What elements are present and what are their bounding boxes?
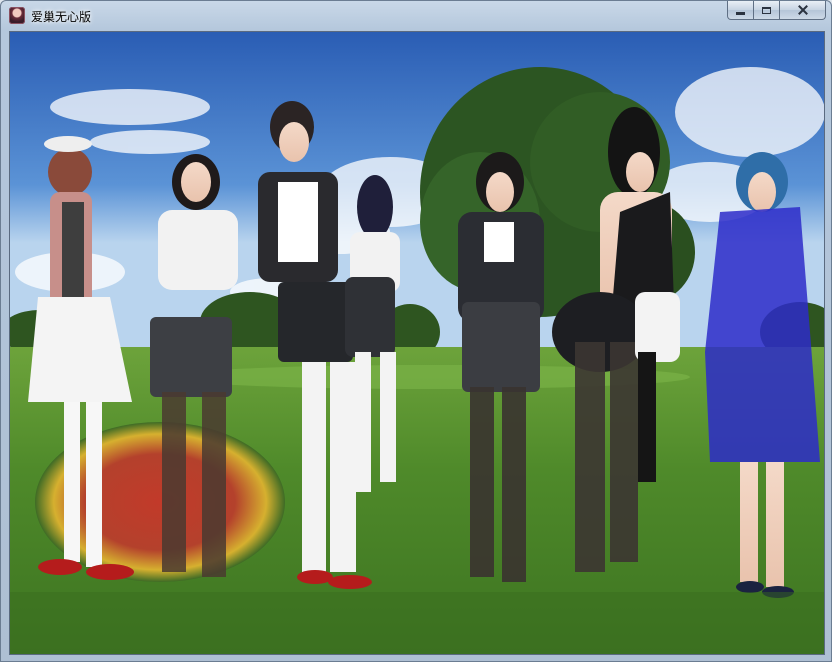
minimize-button[interactable] [727,1,754,20]
window-title: 爱巢无心版 [31,10,92,24]
app-window: 爱巢无心版 [0,0,832,662]
game-scene-image [10,32,824,654]
minimize-icon [736,11,745,15]
game-viewport[interactable] [9,31,825,655]
close-icon [798,5,808,15]
close-button[interactable] [780,1,826,20]
maximize-button[interactable] [754,1,780,20]
caption-buttons [727,1,826,21]
title-bar[interactable]: 爱巢无心版 [1,1,831,31]
maximize-icon [762,6,771,14]
app-avatar-icon[interactable] [9,7,25,24]
